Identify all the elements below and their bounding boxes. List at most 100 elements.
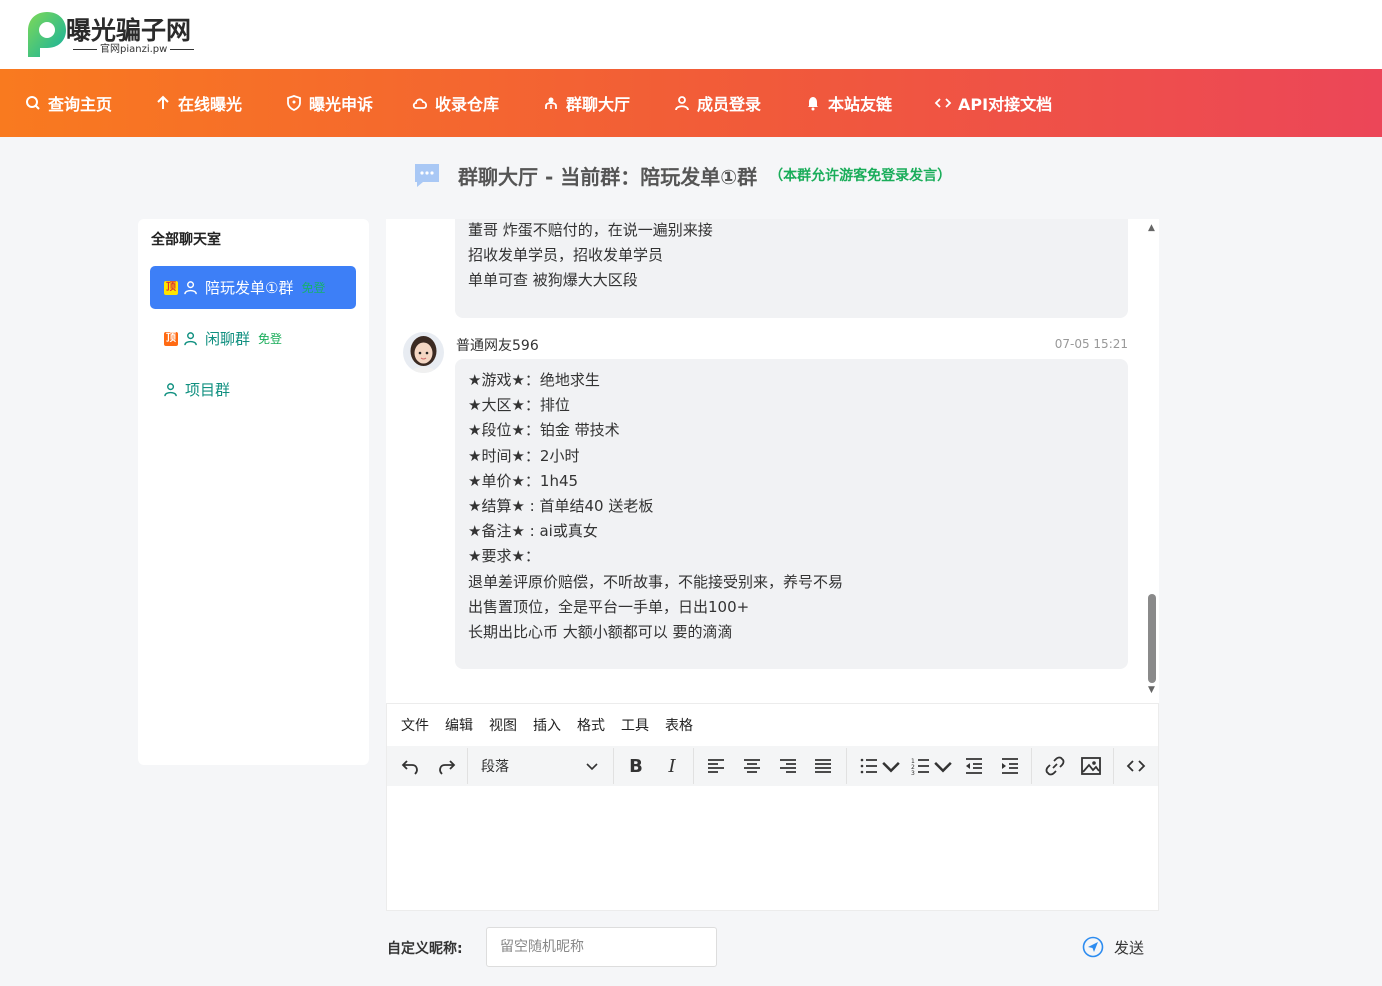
room-item-project[interactable]: 项目群 bbox=[150, 368, 356, 411]
message-line: ★游戏★：绝地求生 bbox=[468, 371, 600, 389]
scroll-thumb[interactable] bbox=[1148, 594, 1156, 683]
editor-menubar: 文件 编辑 视图 插入 格式 工具 表格 bbox=[387, 704, 1158, 746]
page-title: 群聊大厅 - 当前群：陪玩发单①群 （本群允许游客免登录发言） bbox=[412, 158, 951, 192]
justify-button[interactable] bbox=[810, 752, 836, 780]
room-name: 陪玩发单①群 bbox=[205, 279, 294, 297]
nav-label: API对接文档 bbox=[958, 95, 1053, 114]
nav-member-login[interactable]: 成员登录 bbox=[673, 69, 761, 137]
menu-edit[interactable]: 编辑 bbox=[445, 715, 473, 735]
page-title-text: 群聊大厅 - 当前群：陪玩发单①群 bbox=[458, 164, 758, 189]
menu-insert[interactable]: 插入 bbox=[533, 715, 561, 735]
message-line: ★段位★：铂金 带技术 bbox=[468, 421, 620, 440]
undo-button[interactable] bbox=[397, 752, 423, 780]
menu-format[interactable]: 格式 bbox=[577, 715, 605, 735]
redo-button[interactable] bbox=[434, 752, 460, 780]
outdent-icon bbox=[966, 758, 982, 774]
editor-toolbar: 段落 B I 123 bbox=[387, 746, 1158, 786]
chat-scrollbar[interactable]: ▲ ▼ bbox=[1146, 219, 1159, 699]
menu-table[interactable]: 表格 bbox=[665, 715, 693, 735]
message-line: ★结算★ : 首单结40 送老板 bbox=[468, 497, 654, 516]
room-item-chat[interactable]: 顶 闲聊群 免登 bbox=[150, 317, 356, 360]
editor-content-area[interactable] bbox=[387, 786, 1158, 910]
bullet-list-icon bbox=[860, 758, 877, 774]
undo-icon bbox=[401, 760, 418, 775]
toolbar-separator bbox=[613, 748, 614, 784]
pinned-tag: 顶 bbox=[164, 280, 178, 295]
nav-label: 群聊大厅 bbox=[566, 95, 631, 114]
numbered-list-button[interactable]: 123 bbox=[908, 752, 956, 780]
shield-icon bbox=[287, 95, 301, 111]
message-bubble: ★游戏★：绝地求生 ★大区★：排位 ★段位★：铂金 带技术 ★时间★：2小时 ★… bbox=[455, 359, 1128, 669]
bullet-list-button[interactable] bbox=[856, 752, 904, 780]
user-avatar[interactable] bbox=[403, 332, 444, 373]
toolbar-separator bbox=[846, 748, 847, 784]
menu-view[interactable]: 视图 bbox=[489, 715, 517, 735]
menu-tools[interactable]: 工具 bbox=[621, 715, 649, 735]
message-line: ★要求★： bbox=[468, 547, 540, 566]
free-login-badge: 免登 bbox=[258, 332, 283, 346]
room-item-peiwan[interactable]: 顶 陪玩发单①群 免登 bbox=[150, 266, 356, 309]
message-line: 长期出比心币 大额小额都可以 要的滴滴 bbox=[468, 623, 733, 642]
room-name: 闲聊群 bbox=[205, 330, 251, 348]
nav-chat-hall[interactable]: 群聊大厅 bbox=[542, 69, 630, 137]
chevron-down-icon bbox=[586, 763, 598, 771]
message-sender: 普通网友596 bbox=[456, 338, 539, 354]
bold-button[interactable]: B bbox=[623, 752, 649, 780]
group-user-icon bbox=[184, 281, 197, 295]
block-format-select[interactable]: 段落 bbox=[469, 752, 609, 780]
message-time: 07-05 15:21 bbox=[1054, 337, 1128, 351]
indent-button[interactable] bbox=[997, 752, 1023, 780]
message-line: 单单可查 被狗爆大大区段 bbox=[468, 271, 638, 290]
align-center-button[interactable] bbox=[739, 752, 765, 780]
chat-messages[interactable]: 董哥 炸蛋不赔付的，在说一遍别来接 招收发单学员，招收发单学员 单单可查 被狗爆… bbox=[386, 219, 1159, 703]
align-left-button[interactable] bbox=[703, 752, 729, 780]
nav-expose[interactable]: 在线曝光 bbox=[154, 69, 242, 137]
logo-p-icon bbox=[28, 12, 66, 57]
scroll-down-arrow-icon[interactable]: ▼ bbox=[1148, 685, 1155, 695]
nav-appeal[interactable]: 曝光申诉 bbox=[285, 69, 373, 137]
code-icon bbox=[1126, 760, 1146, 772]
source-code-button[interactable] bbox=[1123, 752, 1149, 780]
numbered-list-icon: 123 bbox=[911, 758, 929, 777]
italic-button[interactable]: I bbox=[659, 752, 685, 780]
user-icon bbox=[675, 96, 689, 111]
align-right-button[interactable] bbox=[775, 752, 801, 780]
justify-icon bbox=[815, 759, 831, 773]
message-line: ★备注★ : ai或真女 bbox=[468, 522, 598, 541]
avatar-girl-icon bbox=[403, 332, 444, 373]
nav-friend-links[interactable]: 本站友链 bbox=[804, 69, 892, 137]
message-line: 退单差评原价赔偿，不听故事，不能接受别来，养号不易 bbox=[468, 572, 844, 591]
bold-icon: B bbox=[629, 755, 643, 777]
message-line: ★单价★：1h45 bbox=[468, 471, 579, 490]
site-logo[interactable]: 曝光骗子网 官网pianzi.pw bbox=[22, 9, 192, 61]
block-format-value: 段落 bbox=[481, 759, 509, 775]
arrow-up-icon bbox=[157, 95, 169, 109]
chevron-down-icon bbox=[882, 761, 900, 773]
bell-icon bbox=[808, 97, 818, 111]
align-left-icon bbox=[708, 759, 724, 773]
svg-text:3: 3 bbox=[911, 770, 915, 777]
pinned-tag: 顶 bbox=[164, 331, 178, 346]
menu-file[interactable]: 文件 bbox=[401, 715, 429, 735]
image-button[interactable] bbox=[1078, 752, 1104, 780]
nickname-input[interactable] bbox=[486, 927, 717, 967]
message-line: 招收发单学员，招收发单学员 bbox=[468, 246, 664, 265]
nav-api-docs[interactable]: API对接文档 bbox=[934, 69, 1052, 137]
align-right-icon bbox=[780, 759, 796, 773]
link-button[interactable] bbox=[1042, 752, 1068, 780]
italic-icon: I bbox=[668, 755, 676, 777]
link-icon bbox=[1045, 756, 1065, 776]
send-button[interactable]: 发送 bbox=[1082, 935, 1144, 959]
main-nav: 查询主页 在线曝光 曝光申诉 收录仓库 群聊大厅 成员登录 本站友链 API对接… bbox=[0, 69, 1382, 137]
scroll-up-arrow-icon[interactable]: ▲ bbox=[1148, 223, 1155, 233]
chevron-down-icon bbox=[934, 761, 952, 773]
outdent-button[interactable] bbox=[961, 752, 987, 780]
nav-label: 收录仓库 bbox=[435, 95, 500, 114]
nav-home[interactable]: 查询主页 bbox=[24, 69, 112, 137]
image-icon bbox=[1081, 757, 1101, 775]
send-label: 发送 bbox=[1114, 938, 1145, 957]
nav-warehouse[interactable]: 收录仓库 bbox=[411, 69, 499, 137]
nav-label: 曝光申诉 bbox=[309, 95, 374, 114]
room-sidebar: 全部聊天室 顶 陪玩发单①群 免登 顶 闲聊群 免登 项目群 bbox=[138, 219, 369, 765]
message-editor: 文件 编辑 视图 插入 格式 工具 表格 段落 B I 1 2 3 bbox=[386, 703, 1159, 911]
